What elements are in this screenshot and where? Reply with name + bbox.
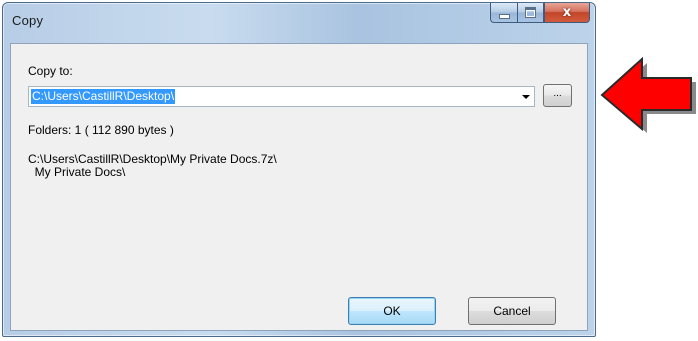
copy-to-label: Copy to:	[28, 64, 73, 78]
destination-combobox[interactable]: C:\Users\CastillR\Desktop\	[28, 86, 535, 107]
minimize-button[interactable]	[490, 3, 517, 23]
close-button[interactable]: x	[544, 3, 590, 23]
caption-buttons: x	[490, 3, 590, 24]
window-title: Copy	[12, 13, 44, 28]
title-bar[interactable]: Copy x	[3, 3, 595, 43]
dropdown-arrow-icon[interactable]	[522, 95, 530, 99]
ok-button[interactable]: OK	[348, 297, 436, 325]
folders-info: Folders: 1 ( 112 890 bytes )	[28, 123, 174, 137]
cancel-button[interactable]: Cancel	[468, 297, 556, 325]
source-path-line: C:\Users\CastillR\Desktop\My Private Doc…	[28, 152, 277, 166]
minimize-icon	[498, 13, 510, 19]
close-icon: x	[562, 5, 572, 20]
browse-button[interactable]: ...	[543, 84, 572, 107]
maximize-button[interactable]	[517, 3, 544, 23]
left-arrow-icon	[600, 57, 696, 133]
dialog-body: Copy to: C:\Users\CastillR\Desktop\ ... …	[10, 43, 588, 331]
source-paths: C:\Users\CastillR\Desktop\My Private Doc…	[28, 153, 277, 179]
copy-dialog-window: Copy x Copy to: C:\Users\CastillR\Deskto…	[2, 2, 596, 337]
maximize-icon	[525, 7, 536, 18]
source-path-line: My Private Docs\	[28, 165, 126, 179]
destination-input[interactable]: C:\Users\CastillR\Desktop\	[31, 89, 176, 104]
